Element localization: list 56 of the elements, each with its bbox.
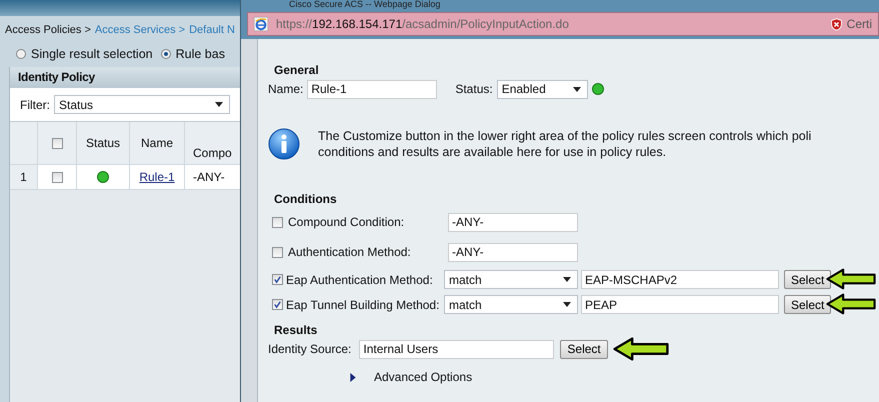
caret-icon	[572, 86, 581, 92]
table-cell-text: -ANY-	[192, 169, 226, 186]
url-text[interactable]: https://192.168.154.171/acsadmin/PolicyInputAction.do	[276, 17, 569, 31]
operator-dropdown[interactable]: match	[444, 270, 578, 289]
table-header: Compo	[192, 145, 233, 162]
radio-label: Rule bas	[176, 47, 225, 61]
info-icon	[268, 128, 300, 160]
condition-field[interactable]: -ANY-	[448, 242, 578, 262]
condition-label: Eap Tunnel Building Method:	[286, 298, 440, 312]
info-text: The Customize button in the lower right area of the policy rules screen controls which poli	[318, 128, 812, 144]
table-cell: 1	[10, 165, 38, 189]
caret-icon	[215, 102, 223, 107]
identity-source-field[interactable]: Internal Users	[359, 340, 554, 358]
section-heading: Conditions	[274, 192, 338, 207]
window-title: Cisco Secure ACS -- Webpage Dialog	[288, 0, 442, 9]
enabled-dropdown[interactable]: Enabled	[496, 80, 588, 98]
section-heading: General	[274, 63, 320, 78]
radio-icon[interactable]	[16, 49, 26, 59]
panel-title: Identity Policy	[10, 67, 240, 88]
condition-label: Compound Condition:	[288, 215, 406, 229]
field-label: Status:	[455, 82, 493, 96]
rule-link[interactable]: Rule-1	[139, 170, 175, 184]
select-button[interactable]: Select	[560, 340, 608, 358]
field-label: Name:	[268, 82, 304, 96]
certificate-error-text[interactable]: Certi	[846, 17, 872, 31]
select-button[interactable]: Select	[784, 295, 832, 314]
filter-dropdown[interactable]: Status	[54, 95, 230, 114]
checkbox[interactable]	[272, 246, 283, 258]
error-icon	[830, 18, 843, 30]
select-button[interactable]: Select	[784, 270, 832, 289]
operator-dropdown[interactable]: match	[444, 295, 578, 314]
breadcrumb-item: Access Policies >	[5, 24, 91, 36]
info-text: conditions and results are available here for use in policy rules.	[318, 144, 668, 160]
radio-option[interactable]: Rule bas	[160, 47, 225, 61]
checkbox[interactable]	[52, 172, 62, 182]
condition-field[interactable]: EAP-MSCHAPv2	[581, 270, 779, 289]
condition-field[interactable]: PEAP	[581, 295, 779, 314]
condition-label: Authentication Method:	[288, 245, 412, 259]
checkbox[interactable]	[272, 299, 283, 310]
name-field[interactable]: Rule-1	[307, 80, 438, 98]
condition-field[interactable]: -ANY-	[448, 212, 578, 232]
expand-arrow-icon	[350, 372, 356, 382]
caret-icon	[563, 302, 571, 307]
caret-icon	[563, 277, 571, 282]
field-label: Identity Source:	[268, 342, 352, 356]
filter-label: Filter:	[20, 98, 50, 112]
browser-icon	[254, 17, 268, 31]
condition-label: Eap Authentication Method:	[286, 272, 434, 286]
advanced-options-toggle[interactable]: Advanced Options	[350, 370, 490, 384]
section-heading: Results	[274, 323, 318, 338]
radio-icon[interactable]	[160, 49, 171, 59]
checkbox[interactable]	[272, 274, 283, 285]
checkbox[interactable]	[272, 216, 283, 228]
table-header: Status	[77, 122, 130, 164]
checkbox[interactable]	[52, 138, 62, 148]
table-header: Name	[130, 122, 185, 164]
